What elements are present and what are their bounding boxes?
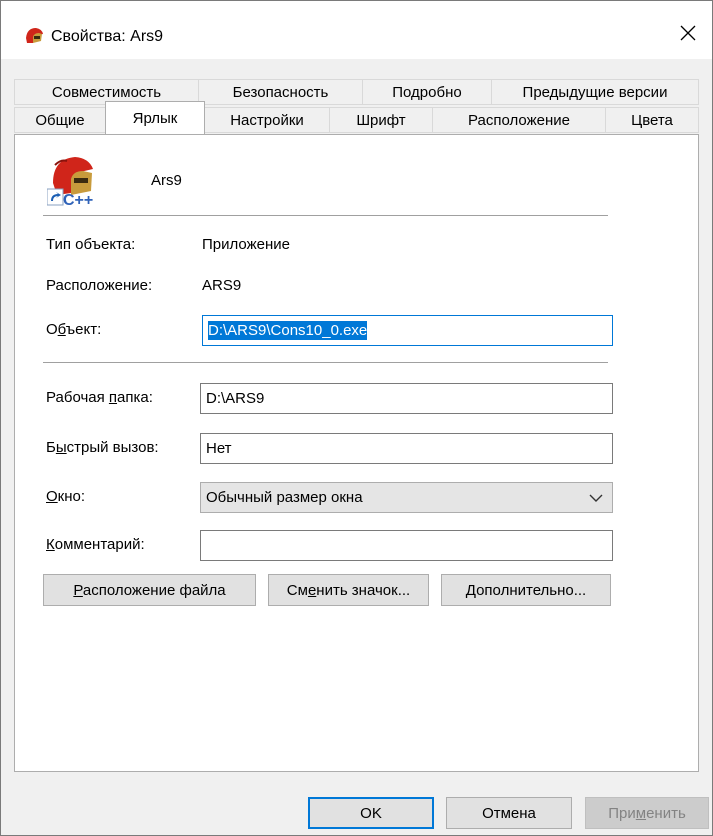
properties-dialog: Свойства: Ars9 Совместимость Безопасност… [0,0,713,836]
location-value: ARS9 [202,277,242,294]
target-label: Объект: [46,321,102,338]
tab-details[interactable]: Подробно [362,79,492,105]
ok-button[interactable]: OK [308,797,434,829]
svg-text:C++: C++ [63,192,93,209]
comment-label: Комментарий: [46,536,145,553]
type-label: Тип объекта: [46,236,136,253]
window-size-select[interactable]: Обычный размер окна [200,482,613,513]
change-icon-button[interactable]: Сменить значок... [268,574,429,606]
apply-button[interactable]: Применить [585,797,709,829]
workdir-label: Рабочая папка: [46,389,153,406]
window-label: Окно: [46,488,86,505]
separator [43,362,608,363]
tab-layout[interactable]: Расположение [432,107,606,133]
tab-security[interactable]: Безопасность [198,79,363,105]
close-icon [680,25,696,41]
advanced-button[interactable]: Дополнительно... [441,574,611,606]
hotkey-input[interactable]: Нет [200,433,613,464]
helmet-app-icon: C++ [47,157,93,209]
tab-colors[interactable]: Цвета [605,107,699,133]
target-input[interactable]: D:\ARS9\Cons10_0.exe [202,315,613,346]
helmet-app-icon [26,28,43,43]
location-label: Расположение: [46,277,153,294]
separator [43,215,608,216]
tab-previous-versions[interactable]: Предыдущие версии [491,79,699,105]
tab-shortcut[interactable]: Ярлык [105,101,205,134]
workdir-input[interactable]: D:\ARS9 [200,383,613,414]
tab-font[interactable]: Шрифт [329,107,433,133]
target-value: D:\ARS9\Cons10_0.exe [208,321,368,340]
shortcut-name: Ars9 [151,172,182,189]
cancel-button[interactable]: Отмена [446,797,572,829]
type-value: Приложение [202,236,290,253]
hotkey-label: Быстрый вызов: [46,439,159,456]
close-button[interactable] [664,9,712,57]
comment-input[interactable] [200,530,613,561]
tab-options[interactable]: Настройки [204,107,330,133]
title-bar: Свойства: Ars9 [1,1,712,59]
shortcut-panel: C++ Ars9 Тип объекта: Приложение Располо… [14,134,699,772]
tab-general[interactable]: Общие [14,107,106,133]
window-title: Свойства: Ars9 [51,28,164,45]
open-file-location-button[interactable]: Расположение файла [43,574,256,606]
chevron-down-icon [589,494,603,502]
